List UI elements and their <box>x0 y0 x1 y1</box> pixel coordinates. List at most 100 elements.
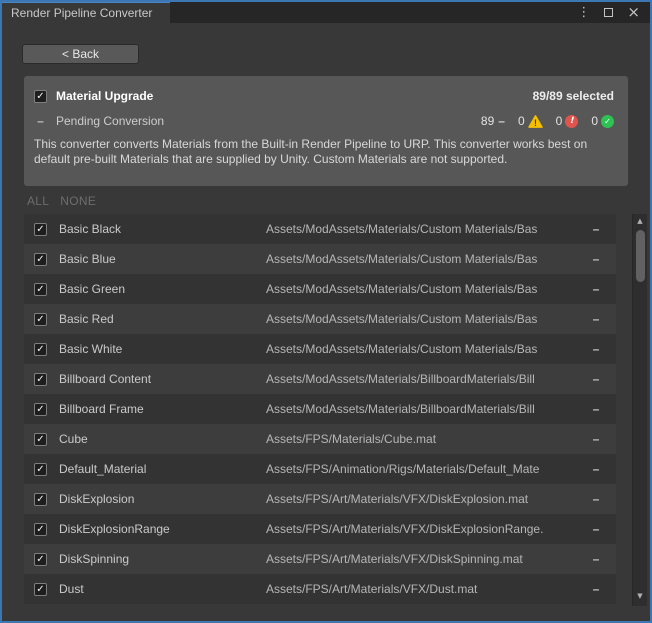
list-item[interactable]: ✓ Default_Material Assets/FPS/Animation/… <box>24 454 616 484</box>
item-status-dash-icon: – <box>576 222 616 236</box>
item-status-dash-icon: – <box>576 402 616 416</box>
item-path: Assets/FPS/Art/Materials/VFX/DiskExplosi… <box>266 492 576 506</box>
list-item[interactable]: ✓ Dust Assets/FPS/Art/Materials/VFX/Dust… <box>24 574 616 604</box>
item-path: Assets/ModAssets/Materials/Custom Materi… <box>266 282 576 296</box>
select-all-button[interactable]: ALL <box>27 194 49 208</box>
list-item[interactable]: ✓ DiskExplosionRange Assets/FPS/Art/Mate… <box>24 514 616 544</box>
item-name: Basic Blue <box>59 252 266 266</box>
item-status-dash-icon: – <box>576 522 616 536</box>
item-name: Dust <box>59 582 266 596</box>
item-name: Default_Material <box>59 462 266 476</box>
item-status-dash-icon: – <box>576 282 616 296</box>
item-status-dash-icon: – <box>576 432 616 446</box>
render-pipeline-converter-window: Render Pipeline Converter ⋮ × < Back ✓ M… <box>0 0 652 623</box>
error-group: 0 ! <box>556 114 579 128</box>
status-counts: 89 – 0 ! 0 ! 0 ✓ <box>481 114 614 128</box>
back-button[interactable]: < Back <box>22 44 139 64</box>
warning-count: 0 <box>518 114 525 128</box>
item-checkbox[interactable]: ✓ <box>34 283 47 296</box>
item-checkbox[interactable]: ✓ <box>34 583 47 596</box>
item-checkbox[interactable]: ✓ <box>34 433 47 446</box>
scrollbar[interactable]: ▲ ▼ <box>632 214 647 606</box>
item-path: Assets/ModAssets/Materials/Custom Materi… <box>266 342 576 356</box>
titlebar: Render Pipeline Converter ⋮ × <box>2 2 650 23</box>
maximize-icon[interactable] <box>604 8 613 17</box>
item-status-dash-icon: – <box>576 552 616 566</box>
item-status-dash-icon: – <box>576 252 616 266</box>
menu-kebab-icon[interactable]: ⋮ <box>577 6 590 19</box>
item-path: Assets/FPS/Animation/Rigs/Materials/Defa… <box>266 462 576 476</box>
item-path: Assets/ModAssets/Materials/BillboardMate… <box>266 402 576 416</box>
scroll-down-icon[interactable]: ▼ <box>633 592 647 600</box>
materials-list-wrap: ✓ Basic Black Assets/ModAssets/Materials… <box>2 214 650 606</box>
scrollbar-thumb[interactable] <box>636 230 645 282</box>
item-name: Basic Black <box>59 222 266 236</box>
item-checkbox[interactable]: ✓ <box>34 373 47 386</box>
close-icon[interactable]: × <box>627 5 640 20</box>
list-item[interactable]: ✓ Billboard Content Assets/ModAssets/Mat… <box>24 364 616 394</box>
item-status-dash-icon: – <box>576 372 616 386</box>
item-path: Assets/ModAssets/Materials/Custom Materi… <box>266 222 576 236</box>
converter-checkbox[interactable]: ✓ <box>34 90 47 103</box>
item-name: DiskSpinning <box>59 552 266 566</box>
pending-foldout-dash-icon[interactable]: – <box>34 114 47 128</box>
pending-count: 89 <box>481 114 494 128</box>
selection-controls: ALL NONE <box>27 194 650 208</box>
window-title: Render Pipeline Converter <box>11 6 152 20</box>
warning-triangle-icon: ! <box>528 115 543 128</box>
item-name: Basic Red <box>59 312 266 326</box>
item-name: Basic Green <box>59 282 266 296</box>
list-item[interactable]: ✓ Basic Blue Assets/ModAssets/Materials/… <box>24 244 616 274</box>
item-name: Cube <box>59 432 266 446</box>
converter-name: Material Upgrade <box>56 89 153 103</box>
item-path: Assets/ModAssets/Materials/Custom Materi… <box>266 312 576 326</box>
item-checkbox[interactable]: ✓ <box>34 343 47 356</box>
item-checkbox[interactable]: ✓ <box>34 253 47 266</box>
item-checkbox[interactable]: ✓ <box>34 313 47 326</box>
item-checkbox[interactable]: ✓ <box>34 553 47 566</box>
item-status-dash-icon: – <box>576 462 616 476</box>
item-status-dash-icon: – <box>576 312 616 326</box>
list-item[interactable]: ✓ DiskExplosion Assets/FPS/Art/Materials… <box>24 484 616 514</box>
list-item[interactable]: ✓ Cube Assets/FPS/Materials/Cube.mat – <box>24 424 616 454</box>
item-checkbox[interactable]: ✓ <box>34 523 47 536</box>
select-none-button[interactable]: NONE <box>60 194 96 208</box>
converter-panel: ✓ Material Upgrade 89/89 selected – Pend… <box>24 76 628 186</box>
titlebar-icons: ⋮ × <box>577 2 650 23</box>
item-checkbox[interactable]: ✓ <box>34 493 47 506</box>
success-group: 0 ✓ <box>591 114 614 128</box>
error-circle-icon: ! <box>565 115 578 128</box>
pending-row: – Pending Conversion 89 – 0 ! 0 ! 0 <box>34 114 614 128</box>
scroll-up-icon[interactable]: ▲ <box>633 217 647 225</box>
pending-dash-icon: – <box>498 114 505 128</box>
selected-summary: 89/89 selected <box>533 89 614 103</box>
item-name: Billboard Content <box>59 372 266 386</box>
item-checkbox[interactable]: ✓ <box>34 463 47 476</box>
list-item[interactable]: ✓ Basic Red Assets/ModAssets/Materials/C… <box>24 304 616 334</box>
item-status-dash-icon: – <box>576 492 616 506</box>
success-count: 0 <box>591 114 598 128</box>
success-circle-icon: ✓ <box>601 115 614 128</box>
window-tab[interactable]: Render Pipeline Converter <box>2 2 170 23</box>
list-item[interactable]: ✓ DiskSpinning Assets/FPS/Art/Materials/… <box>24 544 616 574</box>
item-path: Assets/FPS/Art/Materials/VFX/Dust.mat <box>266 582 576 596</box>
item-checkbox[interactable]: ✓ <box>34 223 47 236</box>
list-item[interactable]: ✓ Basic Green Assets/ModAssets/Materials… <box>24 274 616 304</box>
converter-description: This converter converts Materials from t… <box>34 137 616 167</box>
svg-text:!: ! <box>534 117 537 127</box>
item-name: Basic White <box>59 342 266 356</box>
list-item[interactable]: ✓ Billboard Frame Assets/ModAssets/Mater… <box>24 394 616 424</box>
item-name: DiskExplosionRange <box>59 522 266 536</box>
pending-label: Pending Conversion <box>56 114 164 128</box>
item-path: Assets/ModAssets/Materials/Custom Materi… <box>266 252 576 266</box>
item-checkbox[interactable]: ✓ <box>34 403 47 416</box>
materials-list: ✓ Basic Black Assets/ModAssets/Materials… <box>24 214 616 604</box>
error-count: 0 <box>556 114 563 128</box>
item-name: Billboard Frame <box>59 402 266 416</box>
item-name: DiskExplosion <box>59 492 266 506</box>
item-status-dash-icon: – <box>576 582 616 596</box>
list-item[interactable]: ✓ Basic White Assets/ModAssets/Materials… <box>24 334 616 364</box>
item-path: Assets/ModAssets/Materials/BillboardMate… <box>266 372 576 386</box>
item-status-dash-icon: – <box>576 342 616 356</box>
list-item[interactable]: ✓ Basic Black Assets/ModAssets/Materials… <box>24 214 616 244</box>
